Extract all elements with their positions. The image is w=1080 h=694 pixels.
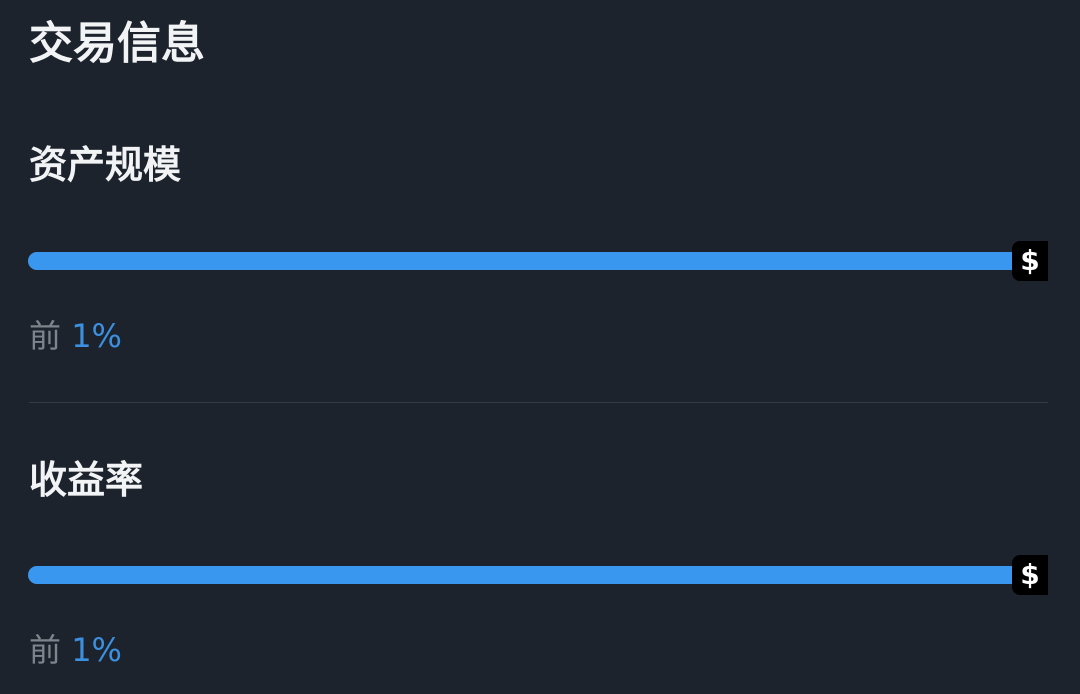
divider [29,402,1048,403]
rank-value: 1% [71,631,122,669]
progress-track [28,252,1028,270]
rank-value: 1% [71,317,122,355]
rank-text: 前 1% [29,630,122,670]
progress-fill [28,252,1028,270]
metric-label: 资产规模 [29,143,182,187]
metric-label: 收益率 [29,458,144,502]
progress-track [28,566,1028,584]
rank-prefix: 前 [29,317,62,355]
rank-prefix: 前 [29,631,62,669]
dollar-icon: $ [1012,555,1048,595]
dollar-icon: $ [1012,241,1048,281]
rank-text: 前 1% [29,316,122,356]
progress-fill [28,566,1028,584]
section-title: 交易信息 [29,18,205,69]
